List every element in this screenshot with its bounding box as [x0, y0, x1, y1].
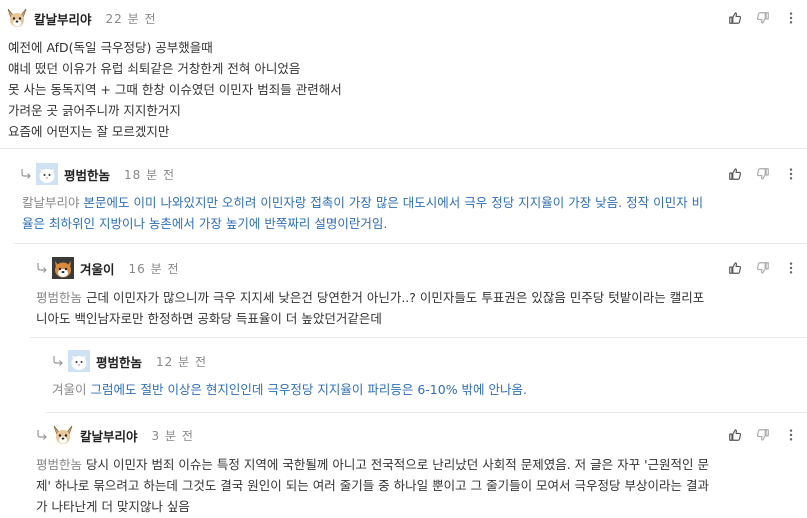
dislike-button[interactable] [755, 260, 771, 276]
comment-line: 제' 하나로 묶으려고 하는데 그것도 결국 원인이 되는 여러 줄기들 중 하… [36, 478, 709, 493]
like-button[interactable] [727, 427, 743, 443]
divider [46, 412, 807, 413]
more-options-button[interactable] [783, 260, 799, 276]
like-button[interactable] [727, 166, 743, 182]
comment-line: 예전에 AfD(독일 극우정당) 공부했을때 [8, 40, 213, 55]
divider [0, 148, 807, 149]
comment-actions [727, 10, 799, 26]
comment-actions [727, 427, 799, 443]
comment-line: 요즘에 어떤지는 잘 모르겠지만 [8, 124, 170, 139]
like-button[interactable] [727, 10, 743, 26]
reply-arrow-icon [36, 429, 48, 441]
avatar[interactable] [68, 350, 90, 372]
comment-body: 칼날부리야 본문에도 이미 나와있지만 오히려 이민자랑 접촉이 가장 많은 대도… [22, 192, 703, 234]
comment-body: 겨울이 그럼에도 절반 이상은 현지인인데 극우정당 지지율이 파리등은 6-10… [52, 379, 527, 400]
mention[interactable]: 칼날부리야 [22, 195, 80, 210]
comment-time: 3 분 전 [151, 428, 194, 443]
dislike-button[interactable] [755, 427, 771, 443]
comment-line: 가 나타난게 더 맞지않나 싶음 [36, 499, 190, 514]
comment-line: 당시 이민자 범죄 이슈는 특정 지역에 국한될께 아니고 전국적으로 난리났던… [86, 457, 710, 472]
comment-author[interactable]: 칼날부리야 [34, 9, 92, 28]
comment-author[interactable]: 평범한놈 [96, 352, 142, 371]
reply-arrow-icon [36, 262, 48, 274]
comment-author[interactable]: 칼날부리야 [80, 426, 138, 445]
mention[interactable]: 겨울이 [52, 382, 87, 397]
dislike-button[interactable] [755, 10, 771, 26]
reply-arrow-icon [20, 168, 32, 180]
comment-body: 평범한놈 당시 이민자 범죄 이슈는 특정 지역에 국한될께 아니고 전국적으로 … [36, 454, 801, 517]
dislike-button[interactable] [755, 166, 771, 182]
comment-line: 본문에도 이미 나와있지만 오히려 이민자랑 접촉이 가장 많은 대도시에서 극… [83, 195, 704, 210]
comment-time: 16 분 전 [128, 261, 180, 276]
comment-actions [727, 260, 799, 276]
comment-line: 그럼에도 절반 이상은 현지인인데 극우정당 지지율이 파리등은 6-10% 밖… [90, 382, 527, 397]
comment-body: 평범한놈 근데 이민자가 많으니까 극우 지지세 낮은건 당연한거 아닌가..? … [36, 287, 704, 329]
like-button[interactable] [727, 260, 743, 276]
comment-line: 율은 최하위인 지방이나 농촌에서 가장 높기에 반쪽짜리 설명이란거임. [22, 216, 388, 231]
avatar[interactable] [52, 257, 74, 279]
mention[interactable]: 평범한놈 [36, 290, 82, 305]
comment-body: 예전에 AfD(독일 극우정당) 공부했을때 얘네 떴던 이유가 유럽 쇠퇴같은… [8, 37, 342, 142]
divider [14, 243, 807, 244]
reply-arrow-icon [52, 355, 64, 367]
avatar[interactable] [36, 163, 58, 185]
comment-author[interactable]: 평범한놈 [64, 165, 110, 184]
comment-actions [727, 166, 799, 182]
comment-line: 얘네 떴던 이유가 유럽 쇠퇴같은 거창한게 전혀 아니었음 [8, 61, 301, 76]
comment-line: 못 사는 동독지역 + 그때 한창 이슈였던 이민자 범죄들 관련해서 [8, 82, 342, 97]
divider [30, 337, 807, 338]
comment-time: 18 분 전 [124, 167, 175, 182]
comment-time: 22 분 전 [105, 11, 157, 26]
comment-author[interactable]: 겨울이 [80, 259, 115, 278]
avatar[interactable] [52, 424, 74, 446]
comment-line: 니아도 백인남자로만 한정하면 공화당 득표율이 더 높았던거같은데 [36, 311, 382, 326]
comment-time: 12 분 전 [156, 354, 207, 369]
comment-line: 근데 이민자가 많으니까 극우 지지세 낮은건 당연한거 아닌가..? 이민자들… [86, 290, 705, 305]
more-options-button[interactable] [783, 427, 799, 443]
avatar[interactable] [6, 7, 28, 29]
comment-line: 가려운 곳 긁어주니까 지지한거지 [8, 103, 181, 118]
more-options-button[interactable] [783, 166, 799, 182]
more-options-button[interactable] [783, 10, 799, 26]
mention[interactable]: 평범한놈 [36, 457, 82, 472]
